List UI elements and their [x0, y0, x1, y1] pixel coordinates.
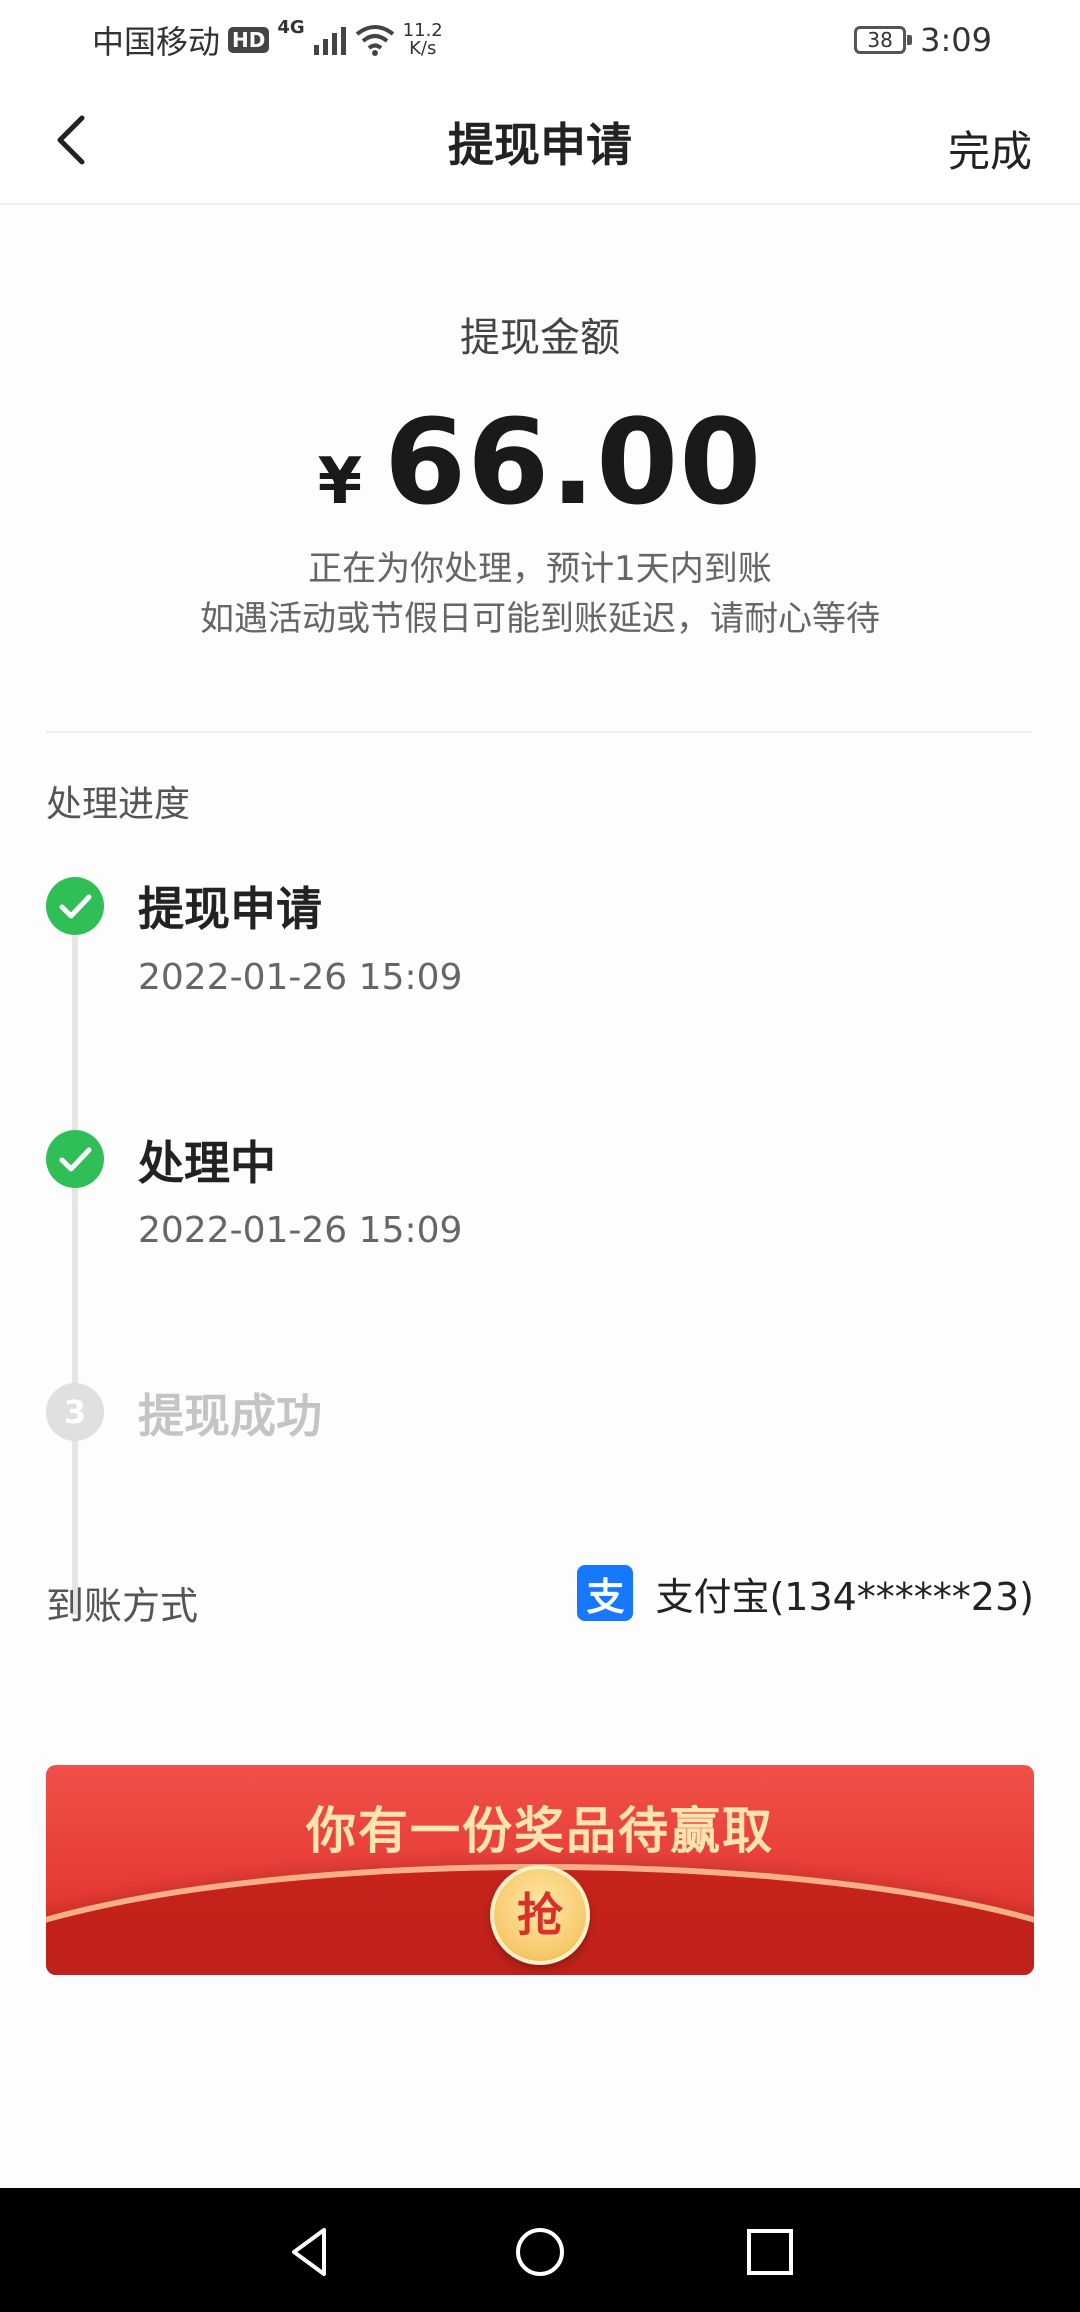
back-triangle-icon[interactable] [284, 2226, 336, 2278]
battery-icon: 38 [854, 26, 913, 54]
payout-method: 支 支付宝(134******23) [577, 1565, 1034, 1621]
amount-display: ¥ 66.00 [0, 393, 1080, 531]
nav-bar: 提现申请 完成 [0, 80, 1080, 205]
clock: 3:09 [920, 21, 992, 59]
done-button[interactable]: 完成 [948, 118, 1032, 179]
network-speed: 11.2 K/s [403, 22, 443, 58]
banner-text: 你有一份奖品待赢取 [306, 1802, 774, 1860]
carrier-name: 中国移动 [92, 23, 221, 61]
currency-symbol: ¥ [317, 445, 363, 519]
check-icon [46, 877, 104, 935]
wifi-icon [355, 25, 394, 56]
page-title: 提现申请 [448, 117, 632, 172]
timeline-line [72, 905, 78, 1615]
amount-label: 提现金额 [460, 315, 620, 361]
step-time-apply: 2022-01-26 15:09 [138, 957, 463, 998]
back-arrow-icon[interactable] [44, 110, 104, 170]
progress-title: 处理进度 [46, 784, 191, 825]
main-content: 提现金额 ¥ 66.00 正在为你处理，预计1天内到账 如遇活动或节假日可能到账… [0, 205, 1080, 2188]
home-circle-icon[interactable] [514, 2226, 566, 2278]
status-bar: 中国移动 HD 4G 11.2 K/s 38 3:09 [0, 0, 1080, 80]
payout-method-label: 到账方式 [46, 1584, 199, 1628]
speed-unit: K/s [409, 38, 437, 59]
step-number-badge: 3 [46, 1383, 104, 1441]
signal-icon [313, 27, 346, 55]
step-title-apply: 提现申请 [138, 882, 322, 936]
processing-note: 正在为你处理，预计1天内到账 [308, 549, 772, 589]
hd-badge: HD [228, 27, 270, 53]
divider [46, 731, 1032, 733]
payout-account: 支付宝(134******23) [655, 1574, 1034, 1619]
check-icon [46, 1130, 104, 1188]
amount-value: 66.00 [384, 393, 763, 531]
step-title-success: 提现成功 [138, 1389, 322, 1443]
network-type: 4G [277, 17, 305, 38]
grab-button[interactable]: 抢 [490, 1865, 590, 1965]
step-time-processing: 2022-01-26 15:09 [138, 1210, 463, 1251]
alipay-icon: 支 [577, 1565, 634, 1621]
recents-square-icon[interactable] [744, 2226, 796, 2278]
delay-note: 如遇活动或节假日可能到账延迟，请耐心等待 [200, 599, 880, 639]
status-right: 38 3:09 [854, 21, 992, 59]
step-title-processing: 处理中 [138, 1136, 276, 1190]
status-left: 中国移动 HD 4G 11.2 K/s [92, 17, 443, 63]
system-nav-bar [0, 2188, 1080, 2312]
prize-banner[interactable]: 你有一份奖品待赢取 抢 [46, 1765, 1034, 1975]
